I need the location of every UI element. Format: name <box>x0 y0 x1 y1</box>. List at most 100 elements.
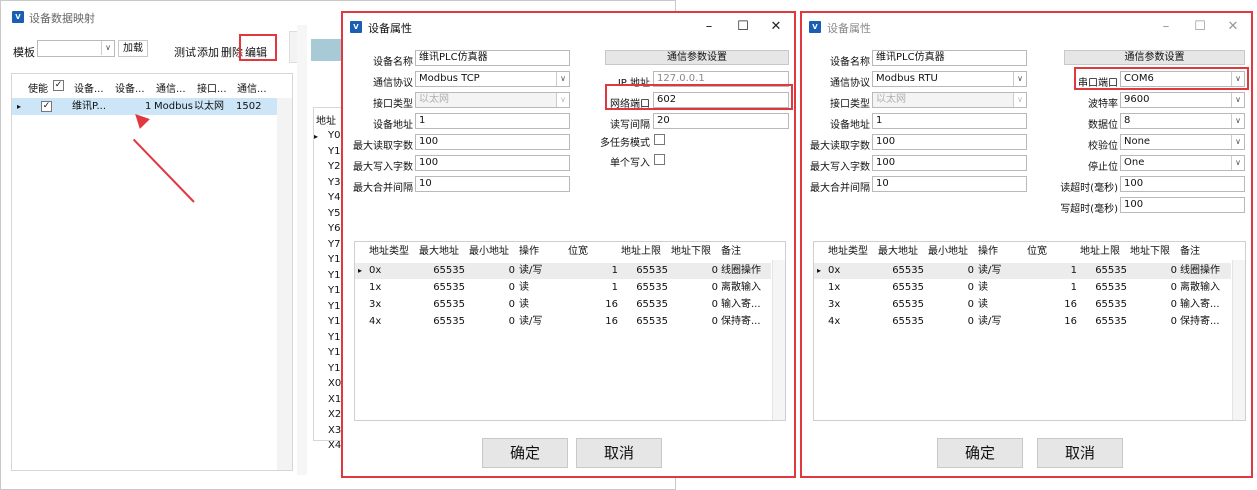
max-write-field[interactable]: 100 <box>872 155 1027 171</box>
ok-button[interactable]: 确定 <box>482 438 568 468</box>
close-icon[interactable]: ✕ <box>769 20 783 34</box>
max-read-field[interactable]: 100 <box>872 134 1027 150</box>
multitask-checkbox[interactable] <box>654 134 665 145</box>
col-device-2[interactable]: 设备... <box>115 80 145 95</box>
list-item[interactable]: Y6 <box>328 223 340 234</box>
add-button[interactable]: 添加 <box>197 44 219 60</box>
list-item[interactable]: X3 <box>328 425 341 436</box>
list-item[interactable]: X2 <box>328 409 341 420</box>
table-header: 地址类型 最大地址 最小地址 操作 位宽 地址上限 地址下限 备注 <box>355 244 785 260</box>
device-name-field[interactable]: 维讯PLC仿真器 <box>872 50 1027 66</box>
max-read-field[interactable]: 100 <box>415 134 570 150</box>
outer-scrollbar[interactable] <box>297 25 307 475</box>
table-scrollbar[interactable] <box>772 260 785 420</box>
interface-select[interactable]: 以太网 ∨ <box>415 92 570 108</box>
close-icon[interactable]: ✕ <box>1226 20 1240 34</box>
interface-select[interactable]: 以太网 ∨ <box>872 92 1027 108</box>
list-item[interactable]: X4 <box>328 440 341 451</box>
column-header[interactable]: 最大地址 <box>419 244 465 260</box>
minimize-icon[interactable]: – <box>702 20 716 34</box>
column-header[interactable]: 地址类型 <box>369 244 417 260</box>
table-row[interactable]: 1x 65535 0 读 1 65535 0 离散输入 <box>814 280 1231 296</box>
column-header[interactable]: 最小地址 <box>928 244 974 260</box>
max-merge-field[interactable]: 10 <box>872 176 1027 192</box>
column-header[interactable]: 操作 <box>978 244 1024 260</box>
read-timeout-field[interactable]: 100 <box>1120 176 1245 192</box>
list-item[interactable]: X1 <box>328 394 341 405</box>
databits-value: 8 <box>1124 115 1131 126</box>
ok-button[interactable]: 确定 <box>937 438 1023 468</box>
device-name-field[interactable]: 维讯PLC仿真器 <box>415 50 570 66</box>
column-header[interactable]: 位宽 <box>1027 244 1077 260</box>
max-merge-field[interactable]: 10 <box>415 176 570 192</box>
interface-value: 以太网 <box>876 94 906 105</box>
table-row[interactable]: 4x 65535 0 读/写 16 65535 0 保持寄... <box>814 314 1231 330</box>
column-header[interactable]: 最小地址 <box>469 244 515 260</box>
device-name-label: 设备名称 <box>373 57 413 68</box>
col-interface[interactable]: 接口... <box>197 80 227 95</box>
dialog-title: 设备属性 <box>827 22 871 35</box>
baud-select[interactable]: 9600 ∨ <box>1120 92 1245 108</box>
single-write-checkbox[interactable] <box>654 154 665 165</box>
parity-select[interactable]: None ∨ <box>1120 134 1245 150</box>
list-item[interactable]: Y0 <box>328 130 340 141</box>
table-row[interactable]: ▸ 0x 65535 0 读/写 1 65535 0 线圈操作 <box>814 263 1231 279</box>
column-header[interactable]: 备注 <box>721 244 769 260</box>
table-row[interactable]: ▸ 0x 65535 0 读/写 1 65535 0 线圈操作 <box>355 263 771 279</box>
column-header[interactable]: 地址下限 <box>1130 244 1177 260</box>
protocol-select[interactable]: Modbus RTU ∨ <box>872 71 1027 87</box>
list-item[interactable]: Y4 <box>328 192 340 203</box>
row-expand-icon[interactable]: ▸ <box>17 98 21 115</box>
column-header[interactable]: 地址上限 <box>621 244 668 260</box>
table-cell: 0 <box>967 299 974 310</box>
column-header[interactable]: 地址下限 <box>671 244 718 260</box>
col-comm-1[interactable]: 通信... <box>156 80 186 95</box>
column-header[interactable]: 操作 <box>519 244 565 260</box>
template-select[interactable]: ∨ <box>37 40 115 57</box>
databits-select[interactable]: 8 ∨ <box>1120 113 1245 129</box>
cancel-button[interactable]: 取消 <box>1037 438 1123 468</box>
column-header[interactable]: 位宽 <box>568 244 618 260</box>
list-item[interactable]: Y3 <box>328 177 340 188</box>
test-button[interactable]: 测试 <box>174 44 196 60</box>
list-item[interactable]: Y2 <box>328 161 340 172</box>
list-item[interactable]: Y5 <box>328 208 340 219</box>
list-item[interactable]: Y7 <box>328 239 340 250</box>
table-row[interactable]: ▸ ✓ 维讯P... 1 Modbus 以太网 1502 <box>12 98 277 115</box>
table-row[interactable]: 3x 65535 0 读 16 65535 0 输入寄... <box>355 297 771 313</box>
list-scrollbar[interactable] <box>277 98 292 470</box>
col-comm-2[interactable]: 通信... <box>237 80 267 95</box>
table-cell: 0x <box>369 265 382 276</box>
row-enable-checkbox[interactable]: ✓ <box>41 101 52 112</box>
cancel-button[interactable]: 取消 <box>576 438 662 468</box>
column-header[interactable]: 地址类型 <box>828 244 876 260</box>
chevron-down-icon: ∨ <box>1231 135 1244 149</box>
maximize-icon[interactable]: ☐ <box>736 20 750 34</box>
comm-params-button[interactable]: 通信参数设置 <box>605 50 789 65</box>
table-row[interactable]: 3x 65535 0 读 16 65535 0 输入寄... <box>814 297 1231 313</box>
write-timeout-field[interactable]: 100 <box>1120 197 1245 213</box>
table-row[interactable]: 1x 65535 0 读 1 65535 0 离散输入 <box>355 280 771 296</box>
enable-all-checkbox[interactable]: ✓ <box>53 80 64 91</box>
column-header[interactable]: 最大地址 <box>878 244 924 260</box>
load-button[interactable]: 加载 <box>118 40 148 57</box>
max-write-field[interactable]: 100 <box>415 155 570 171</box>
address-expand-icon[interactable]: ▸ <box>314 132 318 141</box>
maximize-icon[interactable]: ☐ <box>1193 20 1207 34</box>
address-field[interactable]: 1 <box>415 113 570 129</box>
stopbits-select[interactable]: One ∨ <box>1120 155 1245 171</box>
comm-params-button[interactable]: 通信参数设置 <box>1064 50 1245 65</box>
minimize-icon[interactable]: – <box>1159 20 1173 34</box>
list-item[interactable]: Y1 <box>328 146 340 157</box>
rw-interval-field[interactable]: 20 <box>653 113 789 129</box>
protocol-select[interactable]: Modbus TCP ∨ <box>415 71 570 87</box>
col-enable[interactable]: 使能 <box>28 80 48 95</box>
address-field[interactable]: 1 <box>872 113 1027 129</box>
table-row[interactable]: 4x 65535 0 读/写 16 65535 0 保持寄... <box>355 314 771 330</box>
column-header[interactable]: 备注 <box>1180 244 1228 260</box>
column-header[interactable]: 地址上限 <box>1080 244 1127 260</box>
col-device-1[interactable]: 设备... <box>74 80 104 95</box>
table-cell: 1 <box>611 282 618 293</box>
list-item[interactable]: X0 <box>328 378 341 389</box>
table-scrollbar[interactable] <box>1232 260 1245 420</box>
